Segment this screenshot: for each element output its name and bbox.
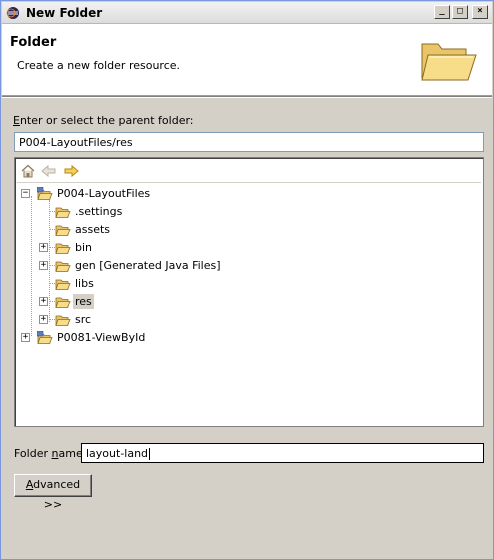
close-button[interactable]: × [472,5,488,19]
tree-item-label[interactable]: res [73,294,94,309]
tree-expander-icon[interactable]: + [39,297,48,306]
page-title: Folder [10,35,57,50]
folder-banner-icon [421,43,477,81]
folder-name-input[interactable]: layout-land [81,443,484,463]
tree-item-label[interactable]: bin [73,240,94,255]
parent-folder-label: Enter or select the parent folder: [13,114,194,127]
folder-icon [55,207,71,218]
tree-item-label[interactable]: .settings [73,204,124,219]
tree-toolbar [21,164,79,178]
window-title: New Folder [26,5,103,20]
tree-item-label[interactable]: libs [73,276,96,291]
eclipse-icon [6,6,19,19]
title-bar[interactable]: New Folder _ □ × [2,2,492,24]
folder-icon [55,243,71,254]
maximize-button[interactable]: □ [452,5,468,19]
tree-item-label[interactable]: P004-LayoutFiles [55,186,152,201]
project-icon [37,331,53,344]
folder-icon [55,297,71,308]
tree-expander-icon[interactable]: + [39,261,48,270]
home-icon[interactable] [21,164,35,178]
page-description: Create a new folder resource. [17,59,181,72]
tree-line-root [31,196,32,336]
tree-expander-icon[interactable]: + [39,315,48,324]
tree-toolbar-divider [17,182,481,183]
tree-item-label[interactable]: src [73,312,93,327]
tree-item-label[interactable]: P0081-ViewById [55,330,147,345]
folder-icon [55,261,71,272]
tree-item-label[interactable]: assets [73,222,112,237]
text-caret [149,448,151,460]
minimize-button[interactable]: _ [434,5,450,19]
tree-item-label[interactable]: gen [Generated Java Files] [73,258,223,273]
advanced-button[interactable]: Advanced >> [14,474,92,511]
folder-icon [55,225,71,236]
new-folder-dialog: New Folder _ □ × Folder Create a new fol… [0,0,494,560]
tree-expander-icon[interactable]: + [21,333,30,342]
folder-tree[interactable]: − P004-LayoutFiles .settings assets + bin + gen… [14,157,484,427]
folder-icon [55,315,71,326]
tree-expander-icon[interactable]: − [21,189,30,198]
tree-line-children [49,200,50,322]
forward-arrow-icon[interactable] [63,164,79,178]
tree-expander-icon[interactable]: + [39,243,48,252]
project-icon [37,187,53,200]
parent-folder-input[interactable]: P004-LayoutFiles/res [14,132,484,152]
header-separator [2,96,492,98]
back-arrow-icon[interactable] [41,164,57,178]
folder-icon [55,279,71,290]
window-controls: _ □ × [434,5,488,19]
folder-name-label: Folder name: [14,447,87,460]
wizard-header: Folder Create a new folder resource. [2,24,492,96]
